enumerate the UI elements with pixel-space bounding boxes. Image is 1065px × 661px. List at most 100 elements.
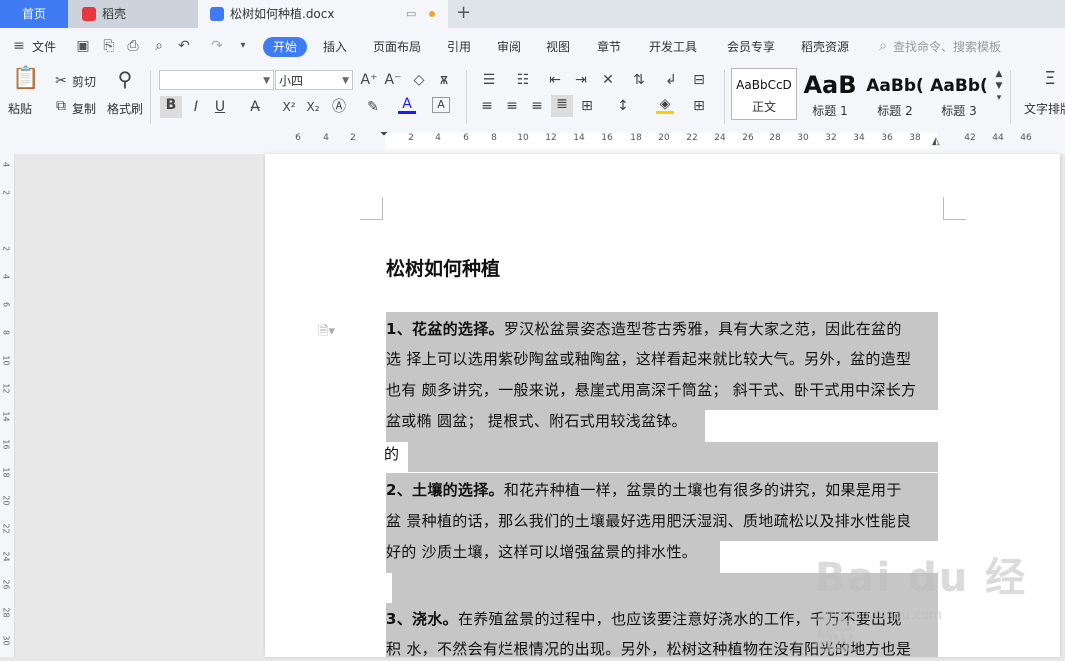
ruler-tick-label: 2 [350,133,356,143]
table-grid-icon[interactable]: ⊟ [690,71,708,89]
tab-document[interactable]: 松树如何种植.docx ▭ [198,0,448,28]
align-left-icon[interactable]: ≡ [478,97,496,115]
menu-file[interactable]: 文件 [32,38,56,55]
show-marks-icon[interactable]: ↲ [660,71,682,89]
font-color-icon[interactable]: A [398,97,416,114]
strikethrough-icon[interactable]: A̶ [246,98,264,116]
style-heading-2[interactable]: AaBb( 标题 2 [862,68,928,120]
selection-highlight [408,442,938,472]
style-preview: AaB [803,71,857,99]
highlight-color-icon[interactable]: ✎ [364,98,382,116]
bullet-list-icon[interactable]: ☰ [478,71,500,89]
paragraph-line[interactable]: 2、土壤的选择。和花卉种植一样，盆景的土壤也有很多的讲究，如果是用于 [386,479,902,500]
menu-bar: ≡ 文件 ▣ ⎘ ⎙ ⌕ ↶ ↷ ▾ 开始 插入 页面布局 引用 审阅 视图 章… [0,28,1065,64]
margin-corner-mark [360,197,383,220]
copy-button[interactable]: 复制 [72,100,96,117]
paragraph-menu-icon[interactable]: 🗎▾ [318,322,335,344]
sort-icon[interactable]: ⇅ [630,71,648,89]
export-pdf-icon[interactable]: ⎘ [100,37,118,55]
baidu-watermark-url: jingyan.baidu.com [822,608,942,623]
undo-icon[interactable]: ↶ [175,37,193,55]
style-heading-1[interactable]: AaB 标题 1 [797,68,863,120]
line-spacing-icon[interactable]: ↕ [612,97,634,115]
font-size-select[interactable]: 小四 ▼ [275,70,353,90]
border-icon[interactable]: ⊞ [690,97,708,115]
menu-docer-resources[interactable]: 稻壳资源 [801,38,849,55]
text-layout-icon[interactable]: Ξ [1038,70,1062,88]
print-icon[interactable]: ⎙ [124,37,142,55]
style-normal[interactable]: AaBbCcD 正文 [731,68,797,120]
document-title[interactable]: 松树如何种植 [386,254,500,281]
increase-indent-icon[interactable]: ⇥ [572,71,590,89]
menu-member[interactable]: 会员专享 [727,38,775,55]
format-painter-button[interactable]: 格式刷 [107,100,143,117]
bold-icon[interactable]: B [160,96,182,118]
clear-format-icon[interactable]: ◇ [410,71,428,89]
style-preview: AaBbCcD [736,78,792,92]
new-tab-button[interactable]: + [456,2,471,24]
decrease-indent-icon[interactable]: ⇤ [546,71,564,89]
paragraph-line[interactable]: 选 择上可以选用紫砂陶盆或釉陶盆，这样看起来就比较大气。另外，盆的造型 [386,348,911,369]
print-preview-icon[interactable]: ⌕ [150,37,168,55]
text-effect-icon[interactable]: Ⓐ [330,98,348,116]
distributed-align-icon[interactable]: ⊞ [578,97,596,115]
indent-marker-icon[interactable]: ⏷ [380,129,388,140]
justify-icon[interactable]: ≣ [551,95,573,117]
command-search-input[interactable]: 查找命令、搜索模板 [893,38,1001,55]
font-name-select[interactable]: ▼ [159,70,274,90]
shading-icon[interactable]: ◈ [656,97,674,114]
save-icon[interactable]: ▣ [74,37,92,55]
scissors-icon[interactable]: ✂ [52,72,70,90]
menu-hamburger-icon[interactable]: ≡ [10,37,28,55]
menu-developer[interactable]: 开发工具 [649,38,697,55]
align-center-icon[interactable]: ≡ [503,97,521,115]
menu-insert[interactable]: 插入 [323,38,347,55]
phonetic-guide-icon[interactable]: ѫ [435,71,453,89]
cut-button[interactable]: 剪切 [72,73,96,90]
menu-chapter[interactable]: 章节 [597,38,621,55]
paste-button[interactable]: 粘贴 [8,100,32,117]
subscript-icon[interactable]: X₂ [303,98,323,116]
numbered-list-icon[interactable]: ☷ [512,71,534,89]
italic-icon[interactable]: I [187,98,205,116]
tab-document-label: 松树如何种植.docx [230,7,335,21]
paragraph-line[interactable]: 好的 沙质土壤，这样可以增强盆景的排水性。 [386,541,697,562]
grow-font-icon[interactable]: A⁺ [360,71,378,89]
copy-icon[interactable]: ⧉ [52,97,70,115]
chinese-layout-icon[interactable]: ✕ [597,71,619,89]
char-border-icon[interactable]: A [432,97,450,113]
paragraph-line[interactable]: 盆或椭 圆盆； 提根式、附石式用较浅盆钵。 [386,410,687,431]
quick-access-dropdown-icon[interactable]: ▾ [234,37,252,55]
align-right-icon[interactable]: ≡ [528,97,546,115]
text-layout-button[interactable]: 文字排版 [1024,100,1065,117]
ruler-tick-label: 44 [992,133,1004,143]
menu-view[interactable]: 视图 [546,38,570,55]
ruler-tick-label: 36 [881,133,893,143]
redo-icon[interactable]: ↷ [208,37,226,55]
shrink-font-icon[interactable]: A⁻ [384,71,402,89]
ruler-tick-label: 6 [295,133,301,143]
vertical-ruler-tick-label: 24 [1,551,11,562]
underline-icon[interactable]: U [211,98,229,116]
monitor-icon[interactable]: ▭ [406,0,416,28]
paragraph-heading-text: 1、花盆的选择。 [386,320,504,338]
vertical-ruler-tick-label: 2 [1,189,11,196]
style-heading-3[interactable]: AaBb( 标题 3 [926,68,992,120]
menu-references[interactable]: 引用 [447,38,471,55]
menu-start[interactable]: 开始 [263,37,307,57]
paragraph-line[interactable]: 盆 景种植的话，那么我们的土壤最好选用肥沃湿润、质地疏松以及排水性能良 [386,510,911,531]
menu-page-layout[interactable]: 页面布局 [373,38,421,55]
paragraph-line[interactable]: 也有 颇多讲究，一般来说，悬崖式用高深千筒盆； 斜干式、卧干式用中深长方 [386,379,916,400]
paragraph-line[interactable]: 1、花盆的选择。罗汉松盆景姿态造型苍古秀雅，具有大家之范，因此在盆的 [386,318,902,339]
paste-icon[interactable]: 📋 [12,68,39,90]
right-indent-marker-icon[interactable]: ◭ [932,136,940,147]
paragraph-line[interactable]: 的 [384,443,399,464]
tab-home[interactable]: 首页 [0,0,68,28]
styles-scroll-icon[interactable]: ▲ ▼ ▾ [993,68,1005,104]
vertical-ruler-tick-label: 14 [1,411,11,422]
superscript-icon[interactable]: X² [279,98,299,116]
tab-docer[interactable]: 稻壳 [68,0,198,28]
menu-review[interactable]: 审阅 [497,38,521,55]
format-painter-icon[interactable]: ⚲ [113,69,137,89]
style-preview: AaBb( [866,76,924,96]
